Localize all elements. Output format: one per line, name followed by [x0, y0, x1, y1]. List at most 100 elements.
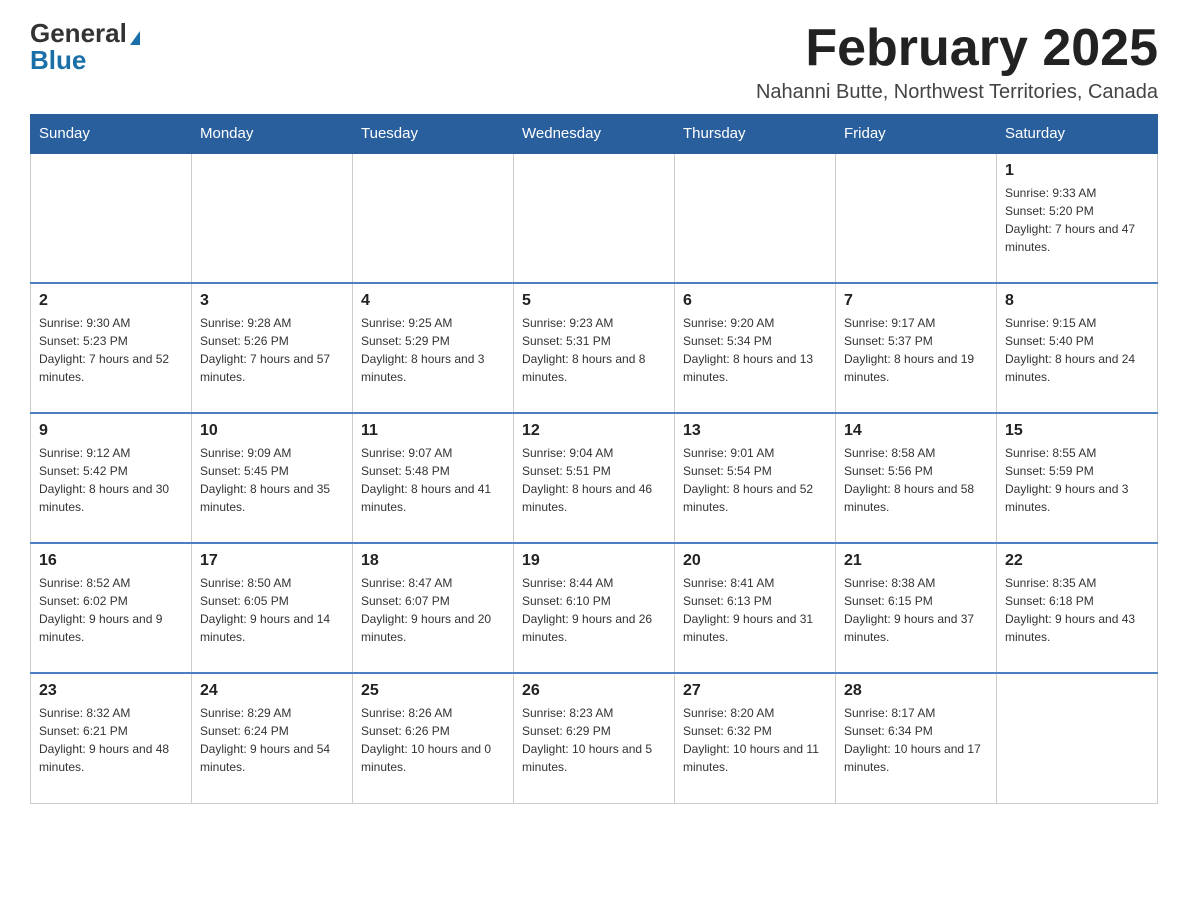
day-number: 22 [1005, 552, 1149, 570]
weekday-header-wednesday: Wednesday [514, 115, 675, 154]
day-info: Sunrise: 8:23 AMSunset: 6:29 PMDaylight:… [522, 704, 666, 776]
day-number: 21 [844, 552, 988, 570]
day-number: 24 [200, 682, 344, 700]
location-subtitle: Nahanni Butte, Northwest Territories, Ca… [756, 81, 1158, 104]
day-number: 15 [1005, 422, 1149, 440]
calendar-week-row: 9 Sunrise: 9:12 AMSunset: 5:42 PMDaylight… [31, 413, 1158, 543]
calendar-cell: 5Sunrise: 9:23 AMSunset: 5:31 PMDaylight… [514, 283, 675, 413]
calendar-table: SundayMondayTuesdayWednesdayThursdayFrid… [30, 114, 1158, 804]
day-info: Sunrise: 8:29 AMSunset: 6:24 PMDaylight:… [200, 704, 344, 776]
day-info: Sunrise: 9:33 AMSunset: 5:20 PMDaylight:… [1005, 184, 1149, 256]
weekday-header-monday: Monday [192, 115, 353, 154]
logo-triangle-icon [130, 31, 140, 45]
weekday-header-sunday: Sunday [31, 115, 192, 154]
calendar-header-row: SundayMondayTuesdayWednesdayThursdayFrid… [31, 115, 1158, 154]
calendar-cell: 8 Sunrise: 9:15 AMSunset: 5:40 PMDaylight… [997, 283, 1158, 413]
day-info: Sunrise: 8:41 AMSunset: 6:13 PMDaylight:… [683, 574, 827, 646]
day-info: Sunrise: 8:38 AMSunset: 6:15 PMDaylight:… [844, 574, 988, 646]
calendar-week-row: 16 Sunrise: 8:52 AMSunset: 6:02 PMDayligh… [31, 543, 1158, 673]
calendar-cell: 3 Sunrise: 9:28 AMSunset: 5:26 PMDaylight… [192, 283, 353, 413]
day-number: 19 [522, 552, 666, 570]
day-info: Sunrise: 9:20 AMSunset: 5:34 PMDaylight:… [683, 314, 827, 386]
weekday-header-friday: Friday [836, 115, 997, 154]
day-number: 18 [361, 552, 505, 570]
day-number: 11 [361, 422, 505, 440]
calendar-week-row: 1 Sunrise: 9:33 AMSunset: 5:20 PMDaylight… [31, 153, 1158, 283]
calendar-cell: 11 Sunrise: 9:07 AMSunset: 5:48 PMDayligh… [353, 413, 514, 543]
weekday-header-thursday: Thursday [675, 115, 836, 154]
day-number: 25 [361, 682, 505, 700]
logo-general-text: General [30, 18, 127, 48]
day-number: 17 [200, 552, 344, 570]
logo: General Blue [30, 20, 140, 74]
day-info: Sunrise: 9:07 AMSunset: 5:48 PMDaylight:… [361, 444, 505, 516]
day-info: Sunrise: 9:28 AMSunset: 5:26 PMDaylight:… [200, 314, 344, 386]
day-info: Sunrise: 9:25 AMSunset: 5:29 PMDaylight:… [361, 314, 505, 386]
day-number: 3 [200, 292, 344, 310]
calendar-cell: 22Sunrise: 8:35 AMSunset: 6:18 PMDayligh… [997, 543, 1158, 673]
calendar-cell [997, 673, 1158, 803]
day-number: 28 [844, 682, 988, 700]
calendar-cell: 9 Sunrise: 9:12 AMSunset: 5:42 PMDaylight… [31, 413, 192, 543]
calendar-cell: 19 Sunrise: 8:44 AMSunset: 6:10 PMDayligh… [514, 543, 675, 673]
calendar-cell: 14 Sunrise: 8:58 AMSunset: 5:56 PMDayligh… [836, 413, 997, 543]
day-info: Sunrise: 8:55 AMSunset: 5:59 PMDaylight:… [1005, 444, 1149, 516]
calendar-cell: 23 Sunrise: 8:32 AMSunset: 6:21 PMDayligh… [31, 673, 192, 803]
day-number: 16 [39, 552, 183, 570]
calendar-cell: 21 Sunrise: 8:38 AMSunset: 6:15 PMDayligh… [836, 543, 997, 673]
calendar-cell: 25 Sunrise: 8:26 AMSunset: 6:26 PMDayligh… [353, 673, 514, 803]
day-info: Sunrise: 9:12 AMSunset: 5:42 PMDaylight:… [39, 444, 183, 516]
page-header: General Blue February 2025 Nahanni Butte… [30, 20, 1158, 104]
day-number: 23 [39, 682, 183, 700]
day-info: Sunrise: 8:47 AMSunset: 6:07 PMDaylight:… [361, 574, 505, 646]
calendar-cell: 13 Sunrise: 9:01 AMSunset: 5:54 PMDayligh… [675, 413, 836, 543]
calendar-cell: 26 Sunrise: 8:23 AMSunset: 6:29 PMDayligh… [514, 673, 675, 803]
weekday-header-tuesday: Tuesday [353, 115, 514, 154]
day-info: Sunrise: 8:52 AMSunset: 6:02 PMDaylight:… [39, 574, 183, 646]
calendar-cell: 15 Sunrise: 8:55 AMSunset: 5:59 PMDayligh… [997, 413, 1158, 543]
day-info: Sunrise: 8:26 AMSunset: 6:26 PMDaylight:… [361, 704, 505, 776]
logo-blue-text: Blue [30, 45, 86, 75]
day-info: Sunrise: 8:20 AMSunset: 6:32 PMDaylight:… [683, 704, 827, 776]
day-info: Sunrise: 8:58 AMSunset: 5:56 PMDaylight:… [844, 444, 988, 516]
logo-top: General [30, 20, 140, 47]
day-number: 27 [683, 682, 827, 700]
day-number: 13 [683, 422, 827, 440]
calendar-cell [192, 153, 353, 283]
calendar-cell: 7Sunrise: 9:17 AMSunset: 5:37 PMDaylight… [836, 283, 997, 413]
day-number: 14 [844, 422, 988, 440]
day-number: 9 [39, 422, 183, 440]
calendar-cell [353, 153, 514, 283]
calendar-cell [836, 153, 997, 283]
calendar-cell: 24 Sunrise: 8:29 AMSunset: 6:24 PMDayligh… [192, 673, 353, 803]
day-number: 8 [1005, 292, 1149, 310]
day-info: Sunrise: 9:09 AMSunset: 5:45 PMDaylight:… [200, 444, 344, 516]
day-number: 4 [361, 292, 505, 310]
title-section: February 2025 Nahanni Butte, Northwest T… [756, 20, 1158, 104]
day-number: 2 [39, 292, 183, 310]
day-info: Sunrise: 9:04 AMSunset: 5:51 PMDaylight:… [522, 444, 666, 516]
calendar-cell: 17 Sunrise: 8:50 AMSunset: 6:05 PMDayligh… [192, 543, 353, 673]
day-info: Sunrise: 8:44 AMSunset: 6:10 PMDaylight:… [522, 574, 666, 646]
day-number: 6 [683, 292, 827, 310]
day-number: 7 [844, 292, 988, 310]
day-number: 26 [522, 682, 666, 700]
calendar-cell: 20Sunrise: 8:41 AMSunset: 6:13 PMDayligh… [675, 543, 836, 673]
day-number: 12 [522, 422, 666, 440]
calendar-cell [31, 153, 192, 283]
calendar-cell: 2 Sunrise: 9:30 AMSunset: 5:23 PMDaylight… [31, 283, 192, 413]
calendar-cell: 27 Sunrise: 8:20 AMSunset: 6:32 PMDayligh… [675, 673, 836, 803]
calendar-cell [675, 153, 836, 283]
day-info: Sunrise: 9:15 AMSunset: 5:40 PMDaylight:… [1005, 314, 1149, 386]
weekday-header-saturday: Saturday [997, 115, 1158, 154]
day-info: Sunrise: 9:01 AMSunset: 5:54 PMDaylight:… [683, 444, 827, 516]
calendar-cell: 1 Sunrise: 9:33 AMSunset: 5:20 PMDaylight… [997, 153, 1158, 283]
day-info: Sunrise: 8:50 AMSunset: 6:05 PMDaylight:… [200, 574, 344, 646]
calendar-cell: 6 Sunrise: 9:20 AMSunset: 5:34 PMDaylight… [675, 283, 836, 413]
day-number: 1 [1005, 162, 1149, 180]
day-info: Sunrise: 8:32 AMSunset: 6:21 PMDaylight:… [39, 704, 183, 776]
calendar-cell: 12 Sunrise: 9:04 AMSunset: 5:51 PMDayligh… [514, 413, 675, 543]
calendar-cell: 28 Sunrise: 8:17 AMSunset: 6:34 PMDayligh… [836, 673, 997, 803]
day-info: Sunrise: 9:30 AMSunset: 5:23 PMDaylight:… [39, 314, 183, 386]
day-info: Sunrise: 8:17 AMSunset: 6:34 PMDaylight:… [844, 704, 988, 776]
